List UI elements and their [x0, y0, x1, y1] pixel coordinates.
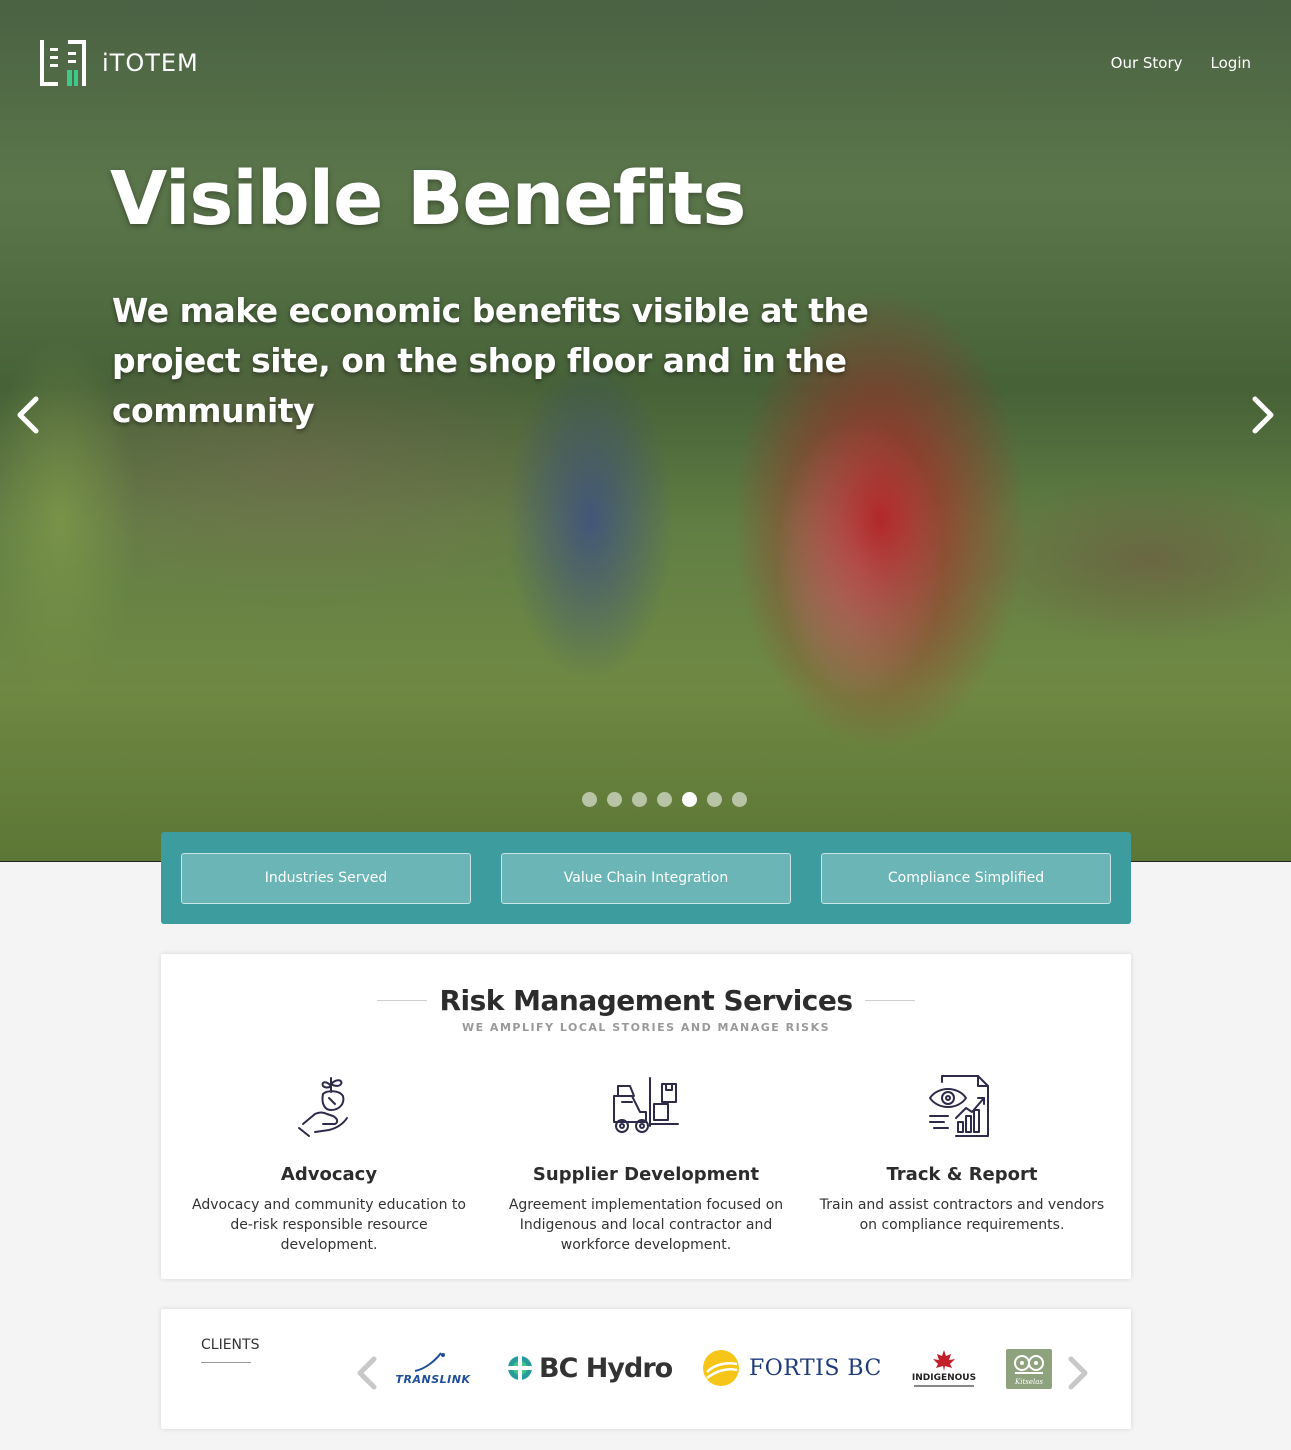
client-logo-translink[interactable]: TRANSLINK: [389, 1345, 477, 1391]
fortis-sun-icon: [703, 1350, 739, 1386]
service-description: Agreement implementation focused on Indi…: [508, 1197, 784, 1253]
bchydro-mark-icon: [508, 1356, 532, 1380]
service-description: Train and assist contractors and vendors…: [819, 1197, 1105, 1233]
service-name: Track & Report: [886, 1164, 1038, 1185]
services-title: Risk Management Services: [439, 984, 853, 1017]
carousel-dot[interactable]: [707, 792, 722, 807]
indigenous-subtext-line: [914, 1385, 974, 1387]
kitselas-wordmark: Kitselas: [1014, 1377, 1044, 1386]
maple-leaf-icon: [933, 1350, 955, 1371]
client-logo-indigenous[interactable]: INDIGENOUS: [911, 1345, 977, 1391]
carousel-next-arrow-icon[interactable]: [1243, 393, 1279, 437]
hero-title: Visible Benefits: [110, 156, 746, 242]
translink-swoosh-icon: [414, 1351, 445, 1372]
service-description: Advocacy and community education to de-r…: [192, 1197, 466, 1253]
indigenous-wordmark: INDIGENOUS: [911, 1373, 977, 1383]
carousel-prev-arrow-icon[interactable]: [12, 393, 48, 437]
nav-our-story[interactable]: Our Story: [1111, 54, 1183, 72]
carousel-dot[interactable]: [732, 792, 747, 807]
bchydro-wordmark: BC Hydro: [539, 1352, 673, 1384]
client-logo-bchydro[interactable]: BC Hydro: [507, 1345, 673, 1391]
service-name: Advocacy: [280, 1164, 378, 1185]
compliance-simplified-button[interactable]: Compliance Simplified: [821, 852, 1111, 904]
feature-bar: Industries Served Value Chain Integratio…: [161, 832, 1131, 924]
industries-served-button[interactable]: Industries Served: [181, 852, 471, 904]
clients-next-arrow-icon[interactable]: [1065, 1355, 1091, 1391]
hero-subtitle: We make economic benefits visible at the…: [112, 291, 869, 430]
services-heading: Risk Management Services WE AMPLIFY LOCA…: [161, 984, 1131, 1034]
risk-management-services: Risk Management Services WE AMPLIFY LOCA…: [161, 954, 1131, 1279]
carousel-dot[interactable]: [607, 792, 622, 807]
plant-in-hand-icon: [298, 1077, 348, 1137]
brand-name: iTOTEM: [102, 49, 199, 77]
forklift-icon: [613, 1077, 679, 1133]
service-advocacy: Advocacy Advocacy and community educatio…: [179, 1074, 479, 1255]
brand-logo[interactable]: iTOTEM: [40, 40, 199, 86]
clients-heading: CLIENTS: [201, 1337, 260, 1353]
fortis-wordmark: FORTIS BC: [749, 1355, 882, 1381]
itotem-logo-icon: [40, 40, 86, 86]
report-chart-eye-icon: [929, 1075, 989, 1137]
clients-prev-arrow-icon[interactable]: [354, 1355, 380, 1391]
carousel-dot[interactable]: [632, 792, 647, 807]
heading-rule-right: [864, 1000, 915, 1001]
clients-heading-underline: [201, 1362, 251, 1363]
carousel-indicators: [582, 792, 747, 807]
hero-carousel: iTOTEM Our Story Login Visible Benefits …: [0, 0, 1291, 862]
translink-wordmark: TRANSLINK: [395, 1372, 471, 1386]
nav-login[interactable]: Login: [1211, 54, 1251, 72]
client-logo-fortisbc[interactable]: FORTIS BC: [701, 1345, 885, 1391]
kitselas-emblem-icon: [1014, 1354, 1044, 1374]
clients-section: CLIENTS TRANSLINK BC Hydro FORTIS BC IND…: [161, 1309, 1131, 1429]
service-name: Supplier Development: [532, 1164, 760, 1185]
value-chain-integration-button[interactable]: Value Chain Integration: [501, 852, 791, 904]
top-nav: Our Story Login: [1111, 54, 1251, 72]
services-tagline: WE AMPLIFY LOCAL STORIES AND MANAGE RISK…: [461, 1021, 831, 1034]
client-logo-kitselas[interactable]: Kitselas: [1006, 1349, 1052, 1389]
service-supplier-development: Supplier Development Agreement implement…: [496, 1074, 796, 1255]
carousel-dot[interactable]: [657, 792, 672, 807]
heading-rule-left: [377, 1000, 428, 1001]
service-track-report: Track & Report Train and assist contract…: [812, 1074, 1112, 1235]
carousel-dot[interactable]: [682, 792, 697, 807]
carousel-dot[interactable]: [582, 792, 597, 807]
